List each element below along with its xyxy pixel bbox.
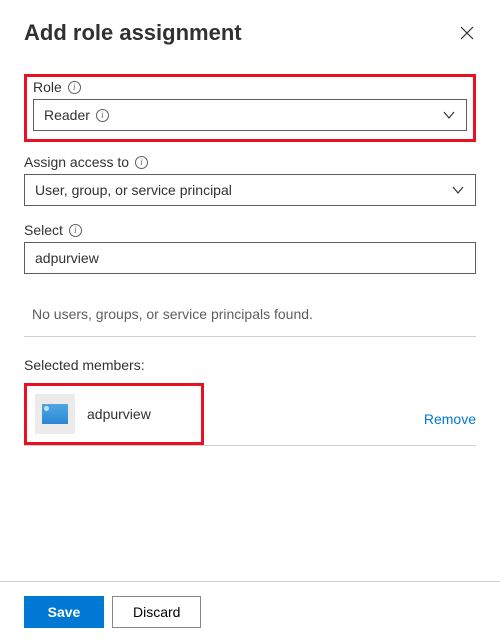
assign-access-label-text: Assign access to (24, 154, 129, 170)
close-icon (459, 25, 475, 41)
page-title: Add role assignment (24, 20, 242, 46)
app-icon (42, 404, 68, 424)
role-field-group: Role Reader (33, 79, 467, 131)
role-highlight: Role Reader (24, 74, 476, 142)
panel-header: Add role assignment (24, 20, 476, 46)
selected-members-section: Selected members: adpurview Remove (24, 357, 476, 446)
no-results-message: No users, groups, or service principals … (24, 290, 476, 336)
select-label: Select (24, 222, 476, 238)
member-name: adpurview (87, 406, 151, 422)
discard-button[interactable]: Discard (112, 596, 201, 628)
footer: Save Discard (0, 581, 500, 642)
info-icon[interactable] (135, 156, 148, 169)
close-button[interactable] (458, 24, 476, 42)
assign-access-dropdown[interactable]: User, group, or service principal (24, 174, 476, 206)
role-value-text: Reader (44, 107, 90, 123)
role-label-text: Role (33, 79, 62, 95)
role-dropdown-value: Reader (44, 107, 109, 123)
info-icon[interactable] (68, 81, 81, 94)
save-button[interactable]: Save (24, 596, 104, 628)
remove-member-link[interactable]: Remove (424, 411, 476, 427)
member-avatar (35, 394, 75, 434)
chevron-down-icon (442, 108, 456, 122)
selected-members-label: Selected members: (24, 357, 476, 373)
info-icon[interactable] (96, 109, 109, 122)
role-dropdown[interactable]: Reader (33, 99, 467, 131)
assign-access-dropdown-value: User, group, or service principal (35, 182, 232, 198)
role-label: Role (33, 79, 467, 95)
assign-access-label: Assign access to (24, 154, 476, 170)
select-label-text: Select (24, 222, 63, 238)
assign-access-value-text: User, group, or service principal (35, 182, 232, 198)
divider (24, 336, 476, 337)
chevron-down-icon (451, 183, 465, 197)
select-input[interactable] (24, 242, 476, 274)
member-item[interactable]: adpurview (35, 394, 193, 434)
selected-member-highlight: adpurview (24, 383, 204, 445)
info-icon[interactable] (69, 224, 82, 237)
assign-access-field-group: Assign access to User, group, or service… (24, 154, 476, 206)
divider (24, 445, 476, 446)
select-field-group: Select (24, 222, 476, 274)
